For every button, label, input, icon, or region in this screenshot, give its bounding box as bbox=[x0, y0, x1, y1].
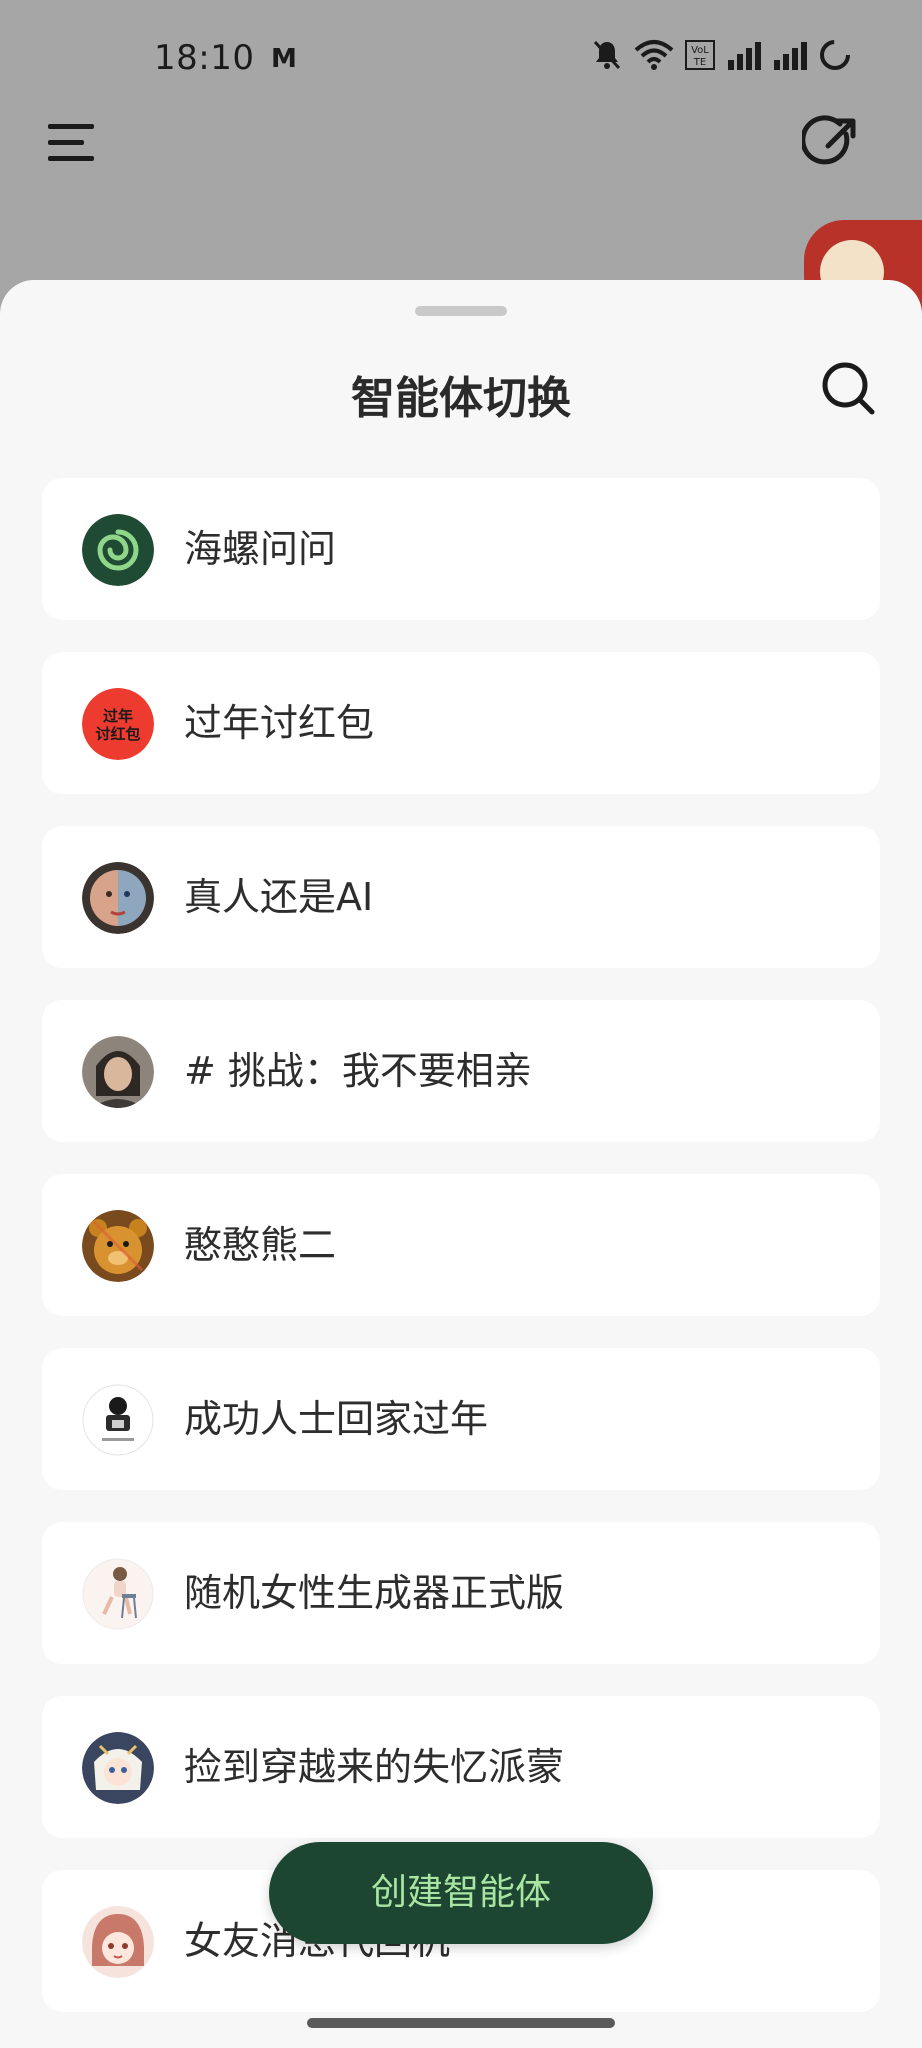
agent-name: 海螺问问 bbox=[184, 527, 337, 571]
app-top-bar bbox=[0, 110, 922, 280]
agent-item[interactable]: 随机女性生成器正式版 bbox=[42, 1522, 880, 1664]
mail-notification-icon: M bbox=[271, 44, 297, 74]
status-icons: VoL TE bbox=[590, 38, 852, 72]
hamburger-menu-icon[interactable] bbox=[46, 120, 98, 166]
agent-name: 成功人士回家过年 bbox=[184, 1397, 489, 1441]
agent-name: 真人还是AI bbox=[184, 875, 374, 919]
drag-handle[interactable] bbox=[415, 306, 507, 316]
red-envelope-avatar: 过年 讨红包 bbox=[82, 688, 154, 760]
agent-item[interactable]: 成功人士回家过年 bbox=[42, 1348, 880, 1490]
agent-item[interactable]: # 挑战：我不要相亲 bbox=[42, 1000, 880, 1142]
agent-name: 过年讨红包 bbox=[184, 701, 375, 745]
woman-portrait-avatar bbox=[82, 1036, 154, 1108]
svg-text:讨红包: 讨红包 bbox=[95, 725, 140, 743]
agent-item[interactable]: 过年 讨红包 过年讨红包 bbox=[42, 652, 880, 794]
human-robot-face-avatar bbox=[82, 862, 154, 934]
agent-name: 随机女性生成器正式版 bbox=[184, 1571, 565, 1615]
signal-icon-2 bbox=[774, 42, 807, 70]
anime-girlfriend-avatar bbox=[82, 1906, 154, 1978]
sheet-title: 智能体切换 bbox=[351, 373, 571, 424]
mute-bell-icon bbox=[593, 40, 621, 70]
svg-text:VoL: VoL bbox=[691, 45, 709, 56]
agent-item[interactable]: 捡到穿越来的失忆派蒙 bbox=[42, 1696, 880, 1838]
svg-text:过年: 过年 bbox=[103, 707, 133, 725]
bear-avatar bbox=[82, 1210, 154, 1282]
volte-icon: VoL TE bbox=[685, 40, 715, 70]
paimon-avatar bbox=[82, 1732, 154, 1804]
status-bar: 18:10 M VoL TE bbox=[0, 0, 922, 110]
agent-item[interactable]: 憨憨熊二 bbox=[42, 1174, 880, 1316]
agent-item[interactable]: 真人还是AI bbox=[42, 826, 880, 968]
agent-name: 捡到穿越来的失忆派蒙 bbox=[184, 1745, 565, 1789]
agent-list: 海螺问问 过年 讨红包 过年讨红包 真人还是AI # 挑战：我不要相亲 憨憨熊二… bbox=[42, 478, 880, 2044]
status-time: 18:10 bbox=[154, 38, 255, 78]
external-arrow-icon[interactable] bbox=[800, 114, 860, 172]
agent-name: # 挑战：我不要相亲 bbox=[184, 1049, 532, 1093]
agent-switch-sheet: 智能体切换 海螺问问 过年 讨红包 过年讨红包 真人还是AI # 挑战：我不要相… bbox=[0, 280, 922, 2048]
signal-icon-1 bbox=[728, 42, 761, 70]
home-indicator[interactable] bbox=[307, 2018, 615, 2028]
wifi-icon bbox=[634, 40, 674, 70]
create-agent-button[interactable]: 创建智能体 bbox=[269, 1842, 653, 1944]
hailuo-avatar bbox=[82, 514, 154, 586]
battery-icon bbox=[820, 40, 850, 70]
businessman-cartoon-avatar bbox=[82, 1384, 154, 1456]
agent-name: 憨憨熊二 bbox=[184, 1223, 337, 1267]
girl-on-chair-avatar bbox=[82, 1558, 154, 1630]
agent-item[interactable]: 海螺问问 bbox=[42, 478, 880, 620]
search-icon[interactable] bbox=[818, 358, 878, 418]
svg-text:TE: TE bbox=[693, 57, 706, 68]
